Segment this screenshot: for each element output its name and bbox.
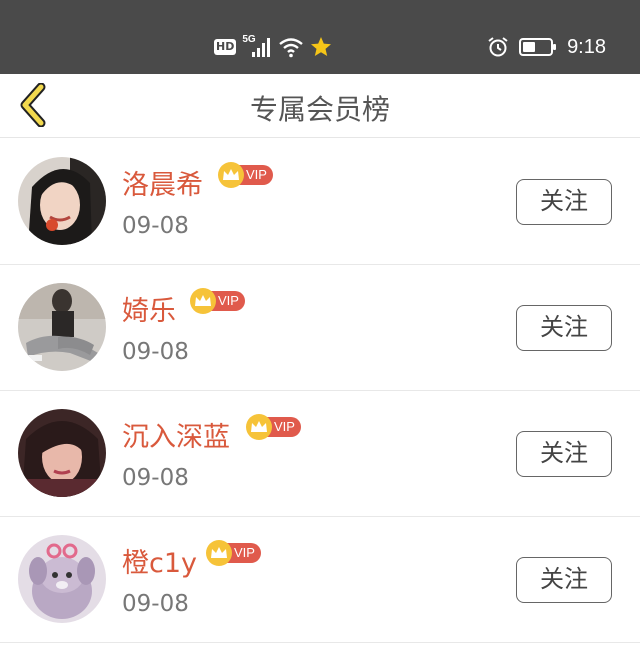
member-name[interactable]: 沉入深蓝 bbox=[122, 415, 230, 454]
member-list: 洛晨希 VIP 09-08 关注 婍乐 VIP 09-08 关注 沉入深蓝 VI… bbox=[0, 139, 640, 643]
vip-badge: VIP bbox=[190, 288, 245, 314]
status-bar-left: HD 5G bbox=[214, 34, 332, 59]
avatar[interactable] bbox=[18, 409, 106, 497]
follow-button[interactable]: 关注 bbox=[516, 179, 612, 225]
member-name[interactable]: 洛晨希 bbox=[122, 163, 203, 202]
crown-icon bbox=[190, 288, 216, 314]
member-date: 09-08 bbox=[122, 339, 189, 365]
status-bar: HD 5G 9:18 bbox=[0, 0, 640, 74]
vip-badge: VIP bbox=[246, 414, 301, 440]
battery-icon bbox=[519, 36, 557, 58]
vip-badge: VIP bbox=[218, 162, 273, 188]
status-bar-right: 9:18 bbox=[487, 35, 606, 59]
follow-button[interactable]: 关注 bbox=[516, 557, 612, 603]
member-name[interactable]: 婍乐 bbox=[122, 289, 176, 328]
avatar[interactable] bbox=[18, 157, 106, 245]
follow-button[interactable]: 关注 bbox=[516, 431, 612, 477]
alarm-icon bbox=[487, 36, 509, 58]
vip-badge: VIP bbox=[206, 540, 261, 566]
list-item[interactable]: 橙c1y VIP 09-08 关注 bbox=[0, 517, 640, 643]
star-notification-icon bbox=[310, 36, 332, 58]
member-date: 09-08 bbox=[122, 591, 189, 617]
member-date: 09-08 bbox=[122, 465, 189, 491]
avatar[interactable] bbox=[18, 283, 106, 371]
list-item[interactable]: 沉入深蓝 VIP 09-08 关注 bbox=[0, 391, 640, 517]
list-item[interactable]: 洛晨希 VIP 09-08 关注 bbox=[0, 139, 640, 265]
wifi-icon bbox=[278, 36, 304, 58]
member-date: 09-08 bbox=[122, 213, 189, 239]
list-item[interactable]: 婍乐 VIP 09-08 关注 bbox=[0, 265, 640, 391]
crown-icon bbox=[206, 540, 232, 566]
clock-time: 9:18 bbox=[567, 35, 606, 58]
page-title: 专属会员榜 bbox=[249, 93, 390, 126]
hd-icon: HD bbox=[214, 39, 237, 55]
avatar[interactable] bbox=[18, 535, 106, 623]
signal-icon: 5G bbox=[242, 34, 272, 58]
member-name[interactable]: 橙c1y bbox=[122, 541, 197, 580]
header: 专属会员榜 bbox=[0, 74, 640, 138]
follow-button[interactable]: 关注 bbox=[516, 305, 612, 351]
crown-icon bbox=[246, 414, 272, 440]
crown-icon bbox=[218, 162, 244, 188]
